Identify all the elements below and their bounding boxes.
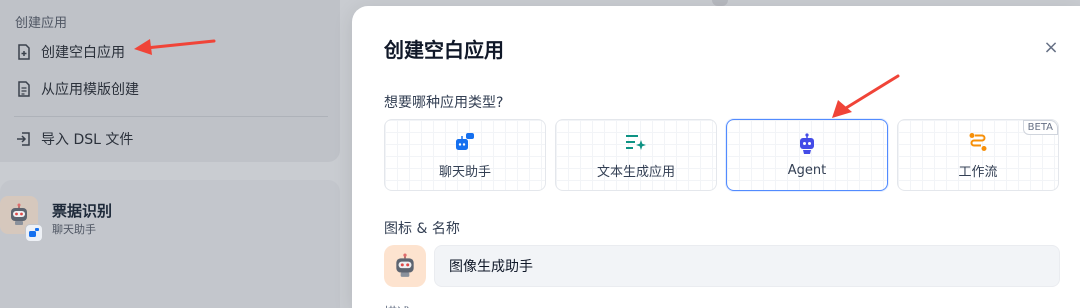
app-type-question: 想要哪种应用类型? (384, 95, 504, 111)
annotation-arrow-right-icon (832, 74, 900, 118)
create-blank-app-modal: 创建空白应用 × 想要哪种应用类型? 聊天助手 文本生成应用 Agent BET… (352, 6, 1080, 308)
app-icon-picker[interactable] (384, 245, 426, 287)
type-label: 文本生成应用 (596, 164, 675, 180)
file-plus-icon (15, 43, 33, 61)
create-app-panel: 创建应用 创建空白应用 从应用模版创建 导入 DSL 文件 (0, 0, 340, 162)
divider (14, 116, 328, 117)
app-card[interactable]: 票据识别 聊天助手 (0, 180, 340, 308)
app-name-input[interactable] (434, 245, 1060, 287)
type-card-text-generator[interactable]: 文本生成应用 (555, 119, 717, 191)
icon-name-label: 图标 & 名称 (384, 221, 460, 237)
beta-badge: BETA (1022, 120, 1058, 135)
type-card-chatbot[interactable]: 聊天助手 (384, 119, 546, 191)
menu-item-label: 导入 DSL 文件 (41, 132, 134, 148)
import-dsl-item[interactable]: 导入 DSL 文件 (15, 129, 133, 149)
create-blank-app-item[interactable]: 创建空白应用 (15, 42, 125, 62)
create-from-template-item[interactable]: 从应用模版创建 (15, 79, 139, 99)
close-icon[interactable]: × (1040, 37, 1062, 59)
modal-title: 创建空白应用 (384, 38, 504, 62)
app-name: 票据识别 (52, 202, 113, 220)
chat-bot-badge-icon (25, 224, 43, 242)
import-icon (15, 130, 33, 148)
menu-item-label: 从应用模版创建 (41, 82, 139, 98)
menu-item-label: 创建空白应用 (41, 45, 125, 61)
type-label: 聊天助手 (438, 164, 491, 180)
type-card-agent[interactable]: Agent (726, 119, 888, 191)
type-label: Agent (787, 162, 827, 178)
chat-bot-icon (454, 131, 476, 153)
app-type: 聊天助手 (52, 223, 96, 236)
text-generate-icon (625, 131, 647, 153)
description-label: 描述 (384, 302, 410, 308)
workflow-icon (967, 131, 989, 153)
annotation-arrow-left-icon (134, 39, 216, 55)
robot-icon (396, 253, 414, 277)
section-title: 创建应用 (15, 16, 68, 31)
type-label: 工作流 (958, 164, 998, 180)
file-template-icon (15, 80, 33, 98)
type-card-workflow[interactable]: BETA 工作流 (897, 119, 1059, 191)
agent-robot-icon (796, 132, 818, 155)
